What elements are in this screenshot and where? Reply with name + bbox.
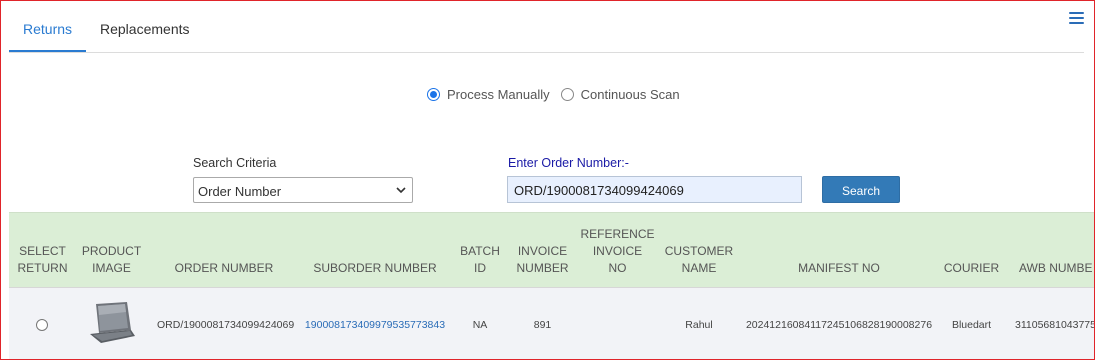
tab-returns[interactable]: Returns <box>23 21 72 37</box>
header-select-return: SELECT RETURN <box>17 244 68 275</box>
search-criteria-label: Search Criteria <box>193 156 277 170</box>
active-tab-indicator <box>9 50 86 52</box>
app-frame: Returns Replacements Process Manually Co… <box>0 0 1095 360</box>
continuous-scan-label[interactable]: Continuous Scan <box>581 87 680 102</box>
tab-bar: Returns Replacements <box>9 1 1084 53</box>
row-invoice-number: 891 <box>533 319 552 331</box>
row-batch-id: NA <box>472 319 488 331</box>
row-suborder-number-link[interactable]: 190008173409979535773843 <box>303 319 447 331</box>
search-button[interactable]: Search <box>822 176 900 203</box>
row-order-number: ORD/1900081734099424069 <box>157 319 295 331</box>
row-manifest-no: 20241216084117245106828190008276 <box>745 319 933 331</box>
order-number-label: Enter Order Number:- <box>508 156 629 170</box>
row-courier: Bluedart <box>951 319 992 331</box>
row-awb-number: 31105681043775 <box>1015 319 1094 331</box>
select-return-radio[interactable] <box>36 319 48 331</box>
laptop-image <box>90 302 135 343</box>
table-header: SELECT RETURN PRODUCT IMAGE ORDER NUMBER S… <box>9 212 1094 287</box>
search-criteria-select[interactable]: Order Number <box>193 177 413 203</box>
header-invoice-number: INVOICE NUMBER <box>516 244 569 275</box>
header-reference-invoice-no: REFERENCE INVOICE NO <box>580 227 655 275</box>
table-row: ORD/1900081734099424069 1900081734099795… <box>9 287 1094 359</box>
mode-radio-group: Process Manually Continuous Scan <box>427 87 691 102</box>
header-suborder-number: SUBORDER NUMBER <box>313 261 437 275</box>
header-order-number: ORDER NUMBER <box>174 261 274 275</box>
row-customer-name: Rahul <box>685 319 713 331</box>
tab-replacements[interactable]: Replacements <box>100 21 190 37</box>
search-criteria-value: Order Number <box>198 184 282 199</box>
header-customer-name: CUSTOMER NAME <box>664 244 734 275</box>
process-manually-label[interactable]: Process Manually <box>447 87 550 102</box>
header-courier: COURIER <box>943 261 1000 275</box>
returns-table: SELECT RETURN PRODUCT IMAGE ORDER NUMBER S… <box>9 212 1094 359</box>
chevron-down-icon <box>396 187 406 194</box>
header-manifest-no: MANIFEST NO <box>798 261 880 275</box>
hamburger-menu-icon[interactable] <box>1069 12 1084 25</box>
header-product-image: PRODUCT IMAGE <box>81 244 142 275</box>
continuous-scan-radio[interactable] <box>560 88 574 101</box>
header-awb-number: AWB NUMBE <box>1019 261 1093 275</box>
process-manually-radio[interactable] <box>427 88 440 101</box>
order-number-input[interactable]: ORD/1900081734099424069 <box>507 176 802 203</box>
header-batch-id: BATCH ID <box>460 244 500 275</box>
